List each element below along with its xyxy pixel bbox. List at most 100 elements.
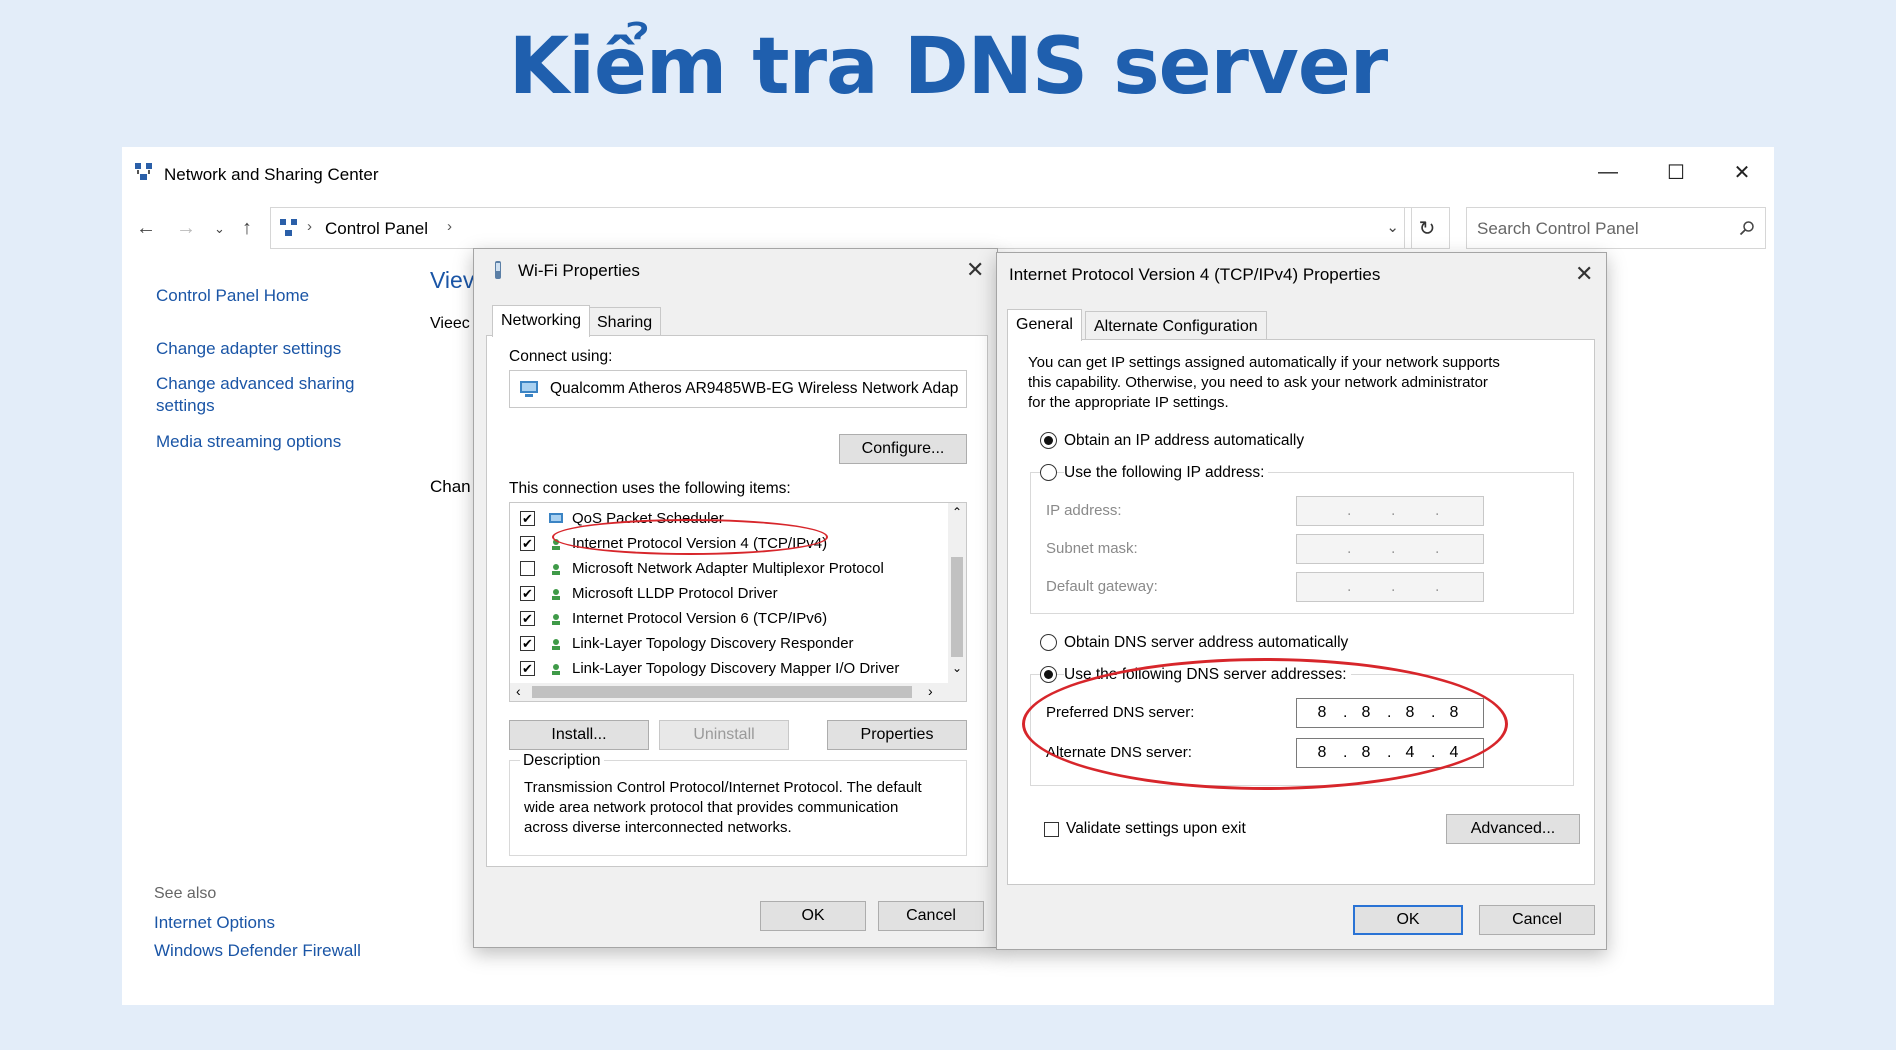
- address-bar[interactable]: › Control Panel › ⌄: [270, 207, 1412, 249]
- networking-panel: Connect using: Qualcomm Atheros AR9485WB…: [486, 335, 988, 867]
- item-checkbox[interactable]: ✔: [520, 536, 535, 551]
- list-item[interactable]: Microsoft Network Adapter Multiplexor Pr…: [510, 557, 946, 581]
- item-label: Internet Protocol Version 6 (TCP/IPv6): [572, 610, 828, 627]
- default-gateway-input[interactable]: ...: [1296, 572, 1484, 602]
- default-gateway-label: Default gateway:: [1046, 578, 1158, 595]
- subnet-mask-label: Subnet mask:: [1046, 540, 1138, 557]
- properties-button[interactable]: Properties: [827, 720, 967, 750]
- main-text-peek-2: Chan: [430, 477, 471, 496]
- horizontal-scrollbar[interactable]: ‹ ›: [510, 683, 966, 701]
- list-item[interactable]: ✔ Link-Layer Topology Discovery Responder: [510, 632, 946, 656]
- description-line-2: wide area network protocol that provides…: [524, 799, 899, 816]
- page-headline: Kiểm tra DNS server: [508, 22, 1388, 112]
- scrollbar-thumb[interactable]: [951, 557, 963, 657]
- vertical-scrollbar[interactable]: ⌃ ⌄: [948, 503, 966, 685]
- tab-general[interactable]: General: [1007, 309, 1082, 341]
- general-panel: You can get IP settings assigned automat…: [1007, 339, 1595, 885]
- minimize-button[interactable]: —: [1578, 155, 1638, 189]
- item-label: Microsoft LLDP Protocol Driver: [572, 585, 778, 602]
- main-text-peek: Vieec: [430, 315, 470, 332]
- protocol-icon: [548, 636, 564, 652]
- obtain-ip-radio[interactable]: [1040, 432, 1057, 449]
- wifi-properties-dialog: Wi-Fi Properties ✕ Networking Sharing Co…: [473, 248, 998, 948]
- obtain-dns-radio[interactable]: [1040, 634, 1057, 651]
- list-item[interactable]: ✔ Link-Layer Topology Discovery Mapper I/…: [510, 657, 946, 681]
- scroll-up-icon[interactable]: ⌃: [952, 505, 962, 519]
- refresh-icon: ↻: [1418, 217, 1436, 240]
- description-line-1: Transmission Control Protocol/Internet P…: [524, 779, 922, 796]
- item-checkbox[interactable]: ✔: [520, 661, 535, 676]
- sidebar-item-home[interactable]: Control Panel Home: [156, 285, 309, 307]
- wifi-ok-button[interactable]: OK: [760, 901, 866, 931]
- forward-arrow-icon[interactable]: →: [176, 217, 196, 240]
- use-dns-radio[interactable]: [1040, 666, 1057, 683]
- ipv4-ok-button[interactable]: OK: [1353, 905, 1463, 935]
- intro-line-2: this capability. Otherwise, you need to …: [1028, 374, 1488, 391]
- refresh-button[interactable]: ↻: [1404, 207, 1450, 249]
- close-button[interactable]: ✕: [1712, 155, 1772, 189]
- network-icon: [280, 219, 297, 236]
- search-placeholder: Search Control Panel: [1477, 219, 1639, 238]
- link-defender-firewall[interactable]: Windows Defender Firewall: [154, 941, 361, 961]
- link-internet-options[interactable]: Internet Options: [154, 913, 275, 933]
- advanced-button[interactable]: Advanced...: [1446, 814, 1580, 844]
- address-dropdown-icon[interactable]: ⌄: [1386, 218, 1399, 236]
- scroll-right-icon[interactable]: ›: [928, 683, 933, 699]
- sidebar-item-advanced-sharing-cont[interactable]: settings: [156, 395, 215, 417]
- item-checkbox[interactable]: ✔: [520, 611, 535, 626]
- sidebar-item-media-streaming[interactable]: Media streaming options: [156, 431, 341, 453]
- breadcrumb-separator-icon: ›: [307, 218, 312, 235]
- tab-sharing[interactable]: Sharing: [588, 307, 662, 337]
- ipv4-close-icon[interactable]: ✕: [1575, 261, 1593, 287]
- protocol-icon: [548, 611, 564, 627]
- dns-highlight-oval: [1022, 658, 1508, 790]
- adapter-field: Qualcomm Atheros AR9485WB-EG Wireless Ne…: [509, 370, 967, 408]
- tab-networking[interactable]: Networking: [492, 305, 591, 337]
- maximize-button[interactable]: ☐: [1646, 155, 1706, 189]
- search-input[interactable]: Search Control Panel: [1466, 207, 1766, 249]
- uninstall-button[interactable]: Uninstall: [659, 720, 789, 750]
- protocol-icon: [548, 661, 564, 677]
- list-item[interactable]: ✔ Internet Protocol Version 6 (TCP/IPv6): [510, 607, 946, 631]
- title-bar: Network and Sharing Center — ☐ ✕: [122, 147, 1774, 197]
- item-checkbox[interactable]: [520, 561, 535, 576]
- install-button[interactable]: Install...: [509, 720, 649, 750]
- window-title: Network and Sharing Center: [164, 165, 379, 184]
- ipv4-cancel-button[interactable]: Cancel: [1479, 905, 1595, 935]
- item-checkbox[interactable]: ✔: [520, 636, 535, 651]
- intro-line-3: for the appropriate IP settings.: [1028, 394, 1229, 411]
- use-ip-radio[interactable]: [1040, 464, 1057, 481]
- hscroll-thumb[interactable]: [532, 686, 912, 698]
- scroll-left-icon[interactable]: ‹: [516, 683, 521, 699]
- ip-address-input[interactable]: ...: [1296, 496, 1484, 526]
- subnet-mask-input[interactable]: ...: [1296, 534, 1484, 564]
- use-ip-label: Use the following IP address:: [1064, 464, 1269, 482]
- back-arrow-icon[interactable]: ←: [136, 217, 156, 240]
- item-checkbox[interactable]: ✔: [520, 586, 535, 601]
- up-arrow-icon[interactable]: ↑: [242, 217, 252, 240]
- network-icon: [135, 163, 152, 180]
- address-row: ← → ⌄ ↑ › Control Panel › ⌄ ↻ Search Con…: [122, 205, 1774, 251]
- ipv4-highlight-oval: [552, 519, 828, 555]
- wifi-close-icon[interactable]: ✕: [966, 257, 984, 283]
- wifi-cancel-button[interactable]: Cancel: [878, 901, 984, 931]
- obtain-ip-label: Obtain an IP address automatically: [1064, 432, 1305, 449]
- description-group: Description Transmission Control Protoco…: [509, 752, 967, 856]
- items-label: This connection uses the following items…: [509, 480, 791, 497]
- recent-chevron-icon[interactable]: ⌄: [214, 221, 225, 237]
- validate-checkbox[interactable]: [1044, 822, 1059, 837]
- tab-alternate-configuration[interactable]: Alternate Configuration: [1085, 311, 1267, 341]
- network-adapter-icon: [520, 381, 538, 397]
- scroll-down-icon[interactable]: ⌄: [952, 661, 962, 675]
- list-item[interactable]: ✔ Microsoft LLDP Protocol Driver: [510, 582, 946, 606]
- breadcrumb-control-panel[interactable]: Control Panel: [325, 219, 428, 239]
- description-title: Description: [520, 752, 604, 770]
- wifi-dialog-title: Wi-Fi Properties: [518, 261, 640, 280]
- ip-address-label: IP address:: [1046, 502, 1122, 519]
- sidebar-item-adapter-settings[interactable]: Change adapter settings: [156, 338, 341, 360]
- main-heading-peek: Viev: [430, 267, 475, 293]
- sidebar-item-advanced-sharing[interactable]: Change advanced sharing: [156, 373, 354, 395]
- configure-button[interactable]: Configure...: [839, 434, 967, 464]
- item-label: Microsoft Network Adapter Multiplexor Pr…: [572, 560, 884, 577]
- item-checkbox[interactable]: ✔: [520, 511, 535, 526]
